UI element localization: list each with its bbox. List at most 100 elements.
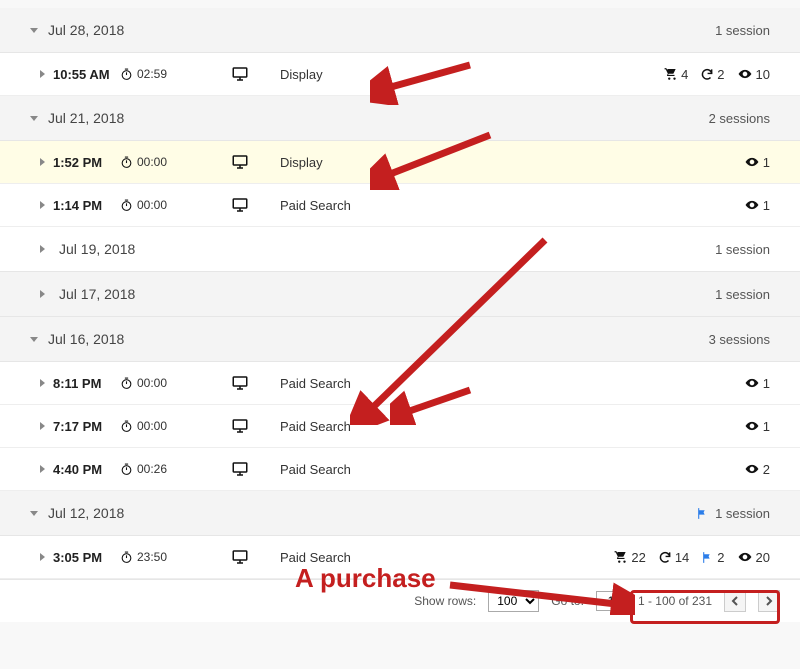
device-type: [200, 153, 280, 171]
refresh-icon: [700, 67, 714, 81]
next-page-button[interactable]: [758, 590, 780, 612]
stat-eye: 1: [744, 419, 770, 434]
session-count: 2 sessions: [709, 111, 770, 126]
date-group-header[interactable]: Jul 21, 20182 sessions: [0, 96, 800, 141]
session-row[interactable]: 1:52 PM00:00Display1: [0, 141, 800, 184]
session-stats: 4210: [664, 67, 770, 82]
desktop-icon: [231, 548, 249, 566]
stat-flag: 2: [701, 550, 724, 565]
session-row[interactable]: 4:40 PM00:26Paid Search2: [0, 448, 800, 491]
device-type: [200, 548, 280, 566]
date-label: Jul 17, 2018: [59, 286, 715, 302]
stat-eye: 2: [744, 462, 770, 477]
chevron-right-icon: [40, 70, 45, 78]
timer-icon: [120, 463, 133, 476]
session-time: 1:52 PM: [40, 155, 120, 170]
timer-icon: [120, 68, 133, 81]
session-row[interactable]: 3:05 PM23:50Paid Search2214220: [0, 536, 800, 579]
eye-icon: [744, 376, 760, 390]
goto-label: Go to:: [551, 594, 584, 608]
chevron-down-icon: [30, 511, 38, 516]
session-count: 1 session: [696, 506, 770, 521]
prev-page-button[interactable]: [724, 590, 746, 612]
session-duration: 00:00: [120, 198, 200, 212]
stat-refresh: 14: [658, 550, 689, 565]
timer-icon: [120, 156, 133, 169]
desktop-icon: [231, 153, 249, 171]
session-duration: 00:00: [120, 155, 200, 169]
stat-eye: 20: [737, 550, 770, 565]
eye-icon: [744, 419, 760, 433]
device-type: [200, 65, 280, 83]
refresh-icon: [658, 550, 672, 564]
desktop-icon: [231, 374, 249, 392]
chevron-down-icon: [30, 116, 38, 121]
chevron-right-icon: [40, 465, 45, 473]
session-time: 8:11 PM: [40, 376, 120, 391]
timer-icon: [120, 420, 133, 433]
goto-input[interactable]: [596, 591, 626, 611]
session-duration: 23:50: [120, 550, 200, 564]
rows-select[interactable]: 100: [488, 590, 539, 612]
stat-cart: 22: [614, 550, 645, 565]
session-row[interactable]: 7:17 PM00:00 Paid Search1: [0, 405, 800, 448]
device-type: [200, 374, 280, 392]
session-duration: 00:00: [120, 376, 200, 390]
session-count: 1 session: [715, 287, 770, 302]
date-group-header[interactable]: Jul 19, 20181 session: [0, 227, 800, 272]
traffic-source: Paid Search: [280, 376, 744, 391]
device-type: [200, 460, 280, 478]
traffic-source: Paid Search: [280, 198, 744, 213]
traffic-source: Paid Search: [280, 419, 744, 434]
cart-icon: [614, 550, 628, 564]
chevron-right-icon: [40, 379, 45, 387]
date-label: Jul 12, 2018: [48, 505, 696, 521]
range-label: 1 - 100 of 231: [638, 594, 712, 608]
date-group-header[interactable]: Jul 28, 20181 session: [0, 8, 800, 53]
chevron-right-icon: [40, 245, 45, 253]
chevron-right-icon: [40, 201, 45, 209]
desktop-icon: [231, 65, 249, 83]
session-count: 1 session: [715, 23, 770, 38]
chevron-right-icon: [40, 422, 45, 430]
session-count: 3 sessions: [709, 332, 770, 347]
desktop-icon: [231, 460, 249, 478]
session-time: 7:17 PM: [40, 419, 120, 434]
stat-eye: 10: [737, 67, 770, 82]
flag-icon: [696, 507, 709, 520]
session-row[interactable]: 1:14 PM00:00 Paid Search1: [0, 184, 800, 227]
date-group-header[interactable]: Jul 17, 20181 session: [0, 272, 800, 317]
chevron-down-icon: [30, 28, 38, 33]
stat-eye: 1: [744, 155, 770, 170]
timer-icon: [120, 377, 133, 390]
stat-eye: 1: [744, 376, 770, 391]
session-row[interactable]: 8:11 PM00:00 Paid Search1: [0, 362, 800, 405]
flag-icon: [701, 551, 714, 564]
device-type: [200, 417, 280, 435]
session-time: 3:05 PM: [40, 550, 120, 565]
pagination-bar: Show rows:100Go to:1 - 100 of 231: [0, 579, 800, 622]
session-time: 1:14 PM: [40, 198, 120, 213]
timer-icon: [120, 551, 133, 564]
session-stats: 1: [744, 376, 770, 391]
desktop-icon: [231, 196, 249, 214]
desktop-icon: [231, 417, 249, 435]
stat-eye: 1: [744, 198, 770, 213]
timer-icon: [120, 199, 133, 212]
chevron-down-icon: [30, 337, 38, 342]
date-label: Jul 19, 2018: [59, 241, 715, 257]
session-time: 4:40 PM: [40, 462, 120, 477]
date-group-header[interactable]: Jul 16, 20183 sessions: [0, 317, 800, 362]
stat-refresh: 2: [700, 67, 724, 82]
traffic-source: Display: [280, 67, 664, 82]
session-stats: 1: [744, 419, 770, 434]
date-label: Jul 21, 2018: [48, 110, 709, 126]
date-label: Jul 28, 2018: [48, 22, 715, 38]
session-duration: 00:00: [120, 419, 200, 433]
session-row[interactable]: 10:55 AM02:59Display4210: [0, 53, 800, 96]
session-stats: 2: [744, 462, 770, 477]
session-stats: 1: [744, 155, 770, 170]
session-time: 10:55 AM: [40, 67, 120, 82]
eye-icon: [737, 550, 753, 564]
date-group-header[interactable]: Jul 12, 20181 session: [0, 491, 800, 536]
